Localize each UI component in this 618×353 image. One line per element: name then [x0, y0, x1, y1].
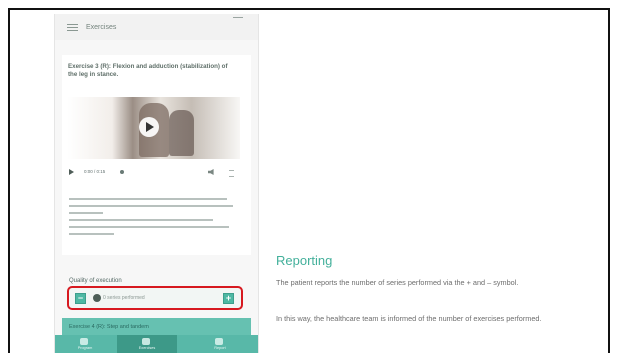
exercise-video[interactable]: [67, 97, 240, 159]
play-button[interactable]: [139, 117, 159, 137]
exercise-title: Exercise 3 (R): Flexion and adduction (s…: [68, 63, 228, 78]
media-time: 0:00 / 0:15: [84, 169, 106, 174]
media-controls: 0:00 / 0:15: [69, 168, 239, 177]
menu-icon[interactable]: [67, 22, 78, 33]
slide-paragraph: In this way, the healthcare team is info…: [276, 314, 542, 323]
video-figure: [169, 110, 194, 156]
check-icon: [93, 294, 101, 302]
program-icon: [80, 338, 88, 345]
nav-label-report: Report: [214, 346, 226, 350]
exercise-card: Exercise 3 (R): Flexion and adduction (s…: [62, 55, 251, 255]
instruction-line: [69, 205, 233, 207]
instruction-line: [69, 233, 114, 235]
exercises-icon: [142, 338, 150, 345]
status-icon: [233, 17, 243, 18]
next-exercise-title: Exercise 4 (R): Step and tandem: [69, 324, 149, 330]
minus-button[interactable]: −: [75, 293, 86, 304]
series-counter: − 0 series performed +: [67, 286, 243, 310]
app-bar-title: Exercises: [86, 23, 117, 31]
nav-item-program[interactable]: Program: [55, 335, 115, 353]
phone-screenshot: Exercises Exercise 3 (R): Flexion and ad…: [54, 14, 259, 353]
slide-paragraph: The patient reports the number of series…: [276, 278, 519, 287]
nav-label-exercises: Exercises: [138, 346, 156, 350]
app-bar: Exercises: [55, 14, 258, 40]
nav-label-program: Program: [77, 346, 93, 350]
instruction-line: [69, 226, 229, 228]
series-performed-text: 0 series performed: [103, 295, 145, 301]
instruction-line: [69, 219, 213, 221]
media-play-icon[interactable]: [69, 169, 74, 175]
exercise-instructions: [69, 198, 233, 240]
plus-button[interactable]: +: [223, 293, 234, 304]
slide-heading: Reporting: [276, 253, 333, 268]
nav-item-report[interactable]: Report: [190, 335, 250, 353]
report-icon: [215, 338, 223, 345]
media-progress-handle[interactable]: [120, 170, 124, 174]
instruction-line: [69, 198, 227, 200]
more-icon[interactable]: [229, 170, 234, 177]
bottom-navigation: Program Exercises Report: [55, 335, 258, 353]
quality-label: Quality of execution: [69, 278, 122, 284]
volume-icon[interactable]: [208, 169, 214, 175]
nav-item-exercises[interactable]: Exercises: [117, 335, 177, 353]
instruction-line: [69, 212, 103, 214]
play-icon: [146, 122, 154, 132]
